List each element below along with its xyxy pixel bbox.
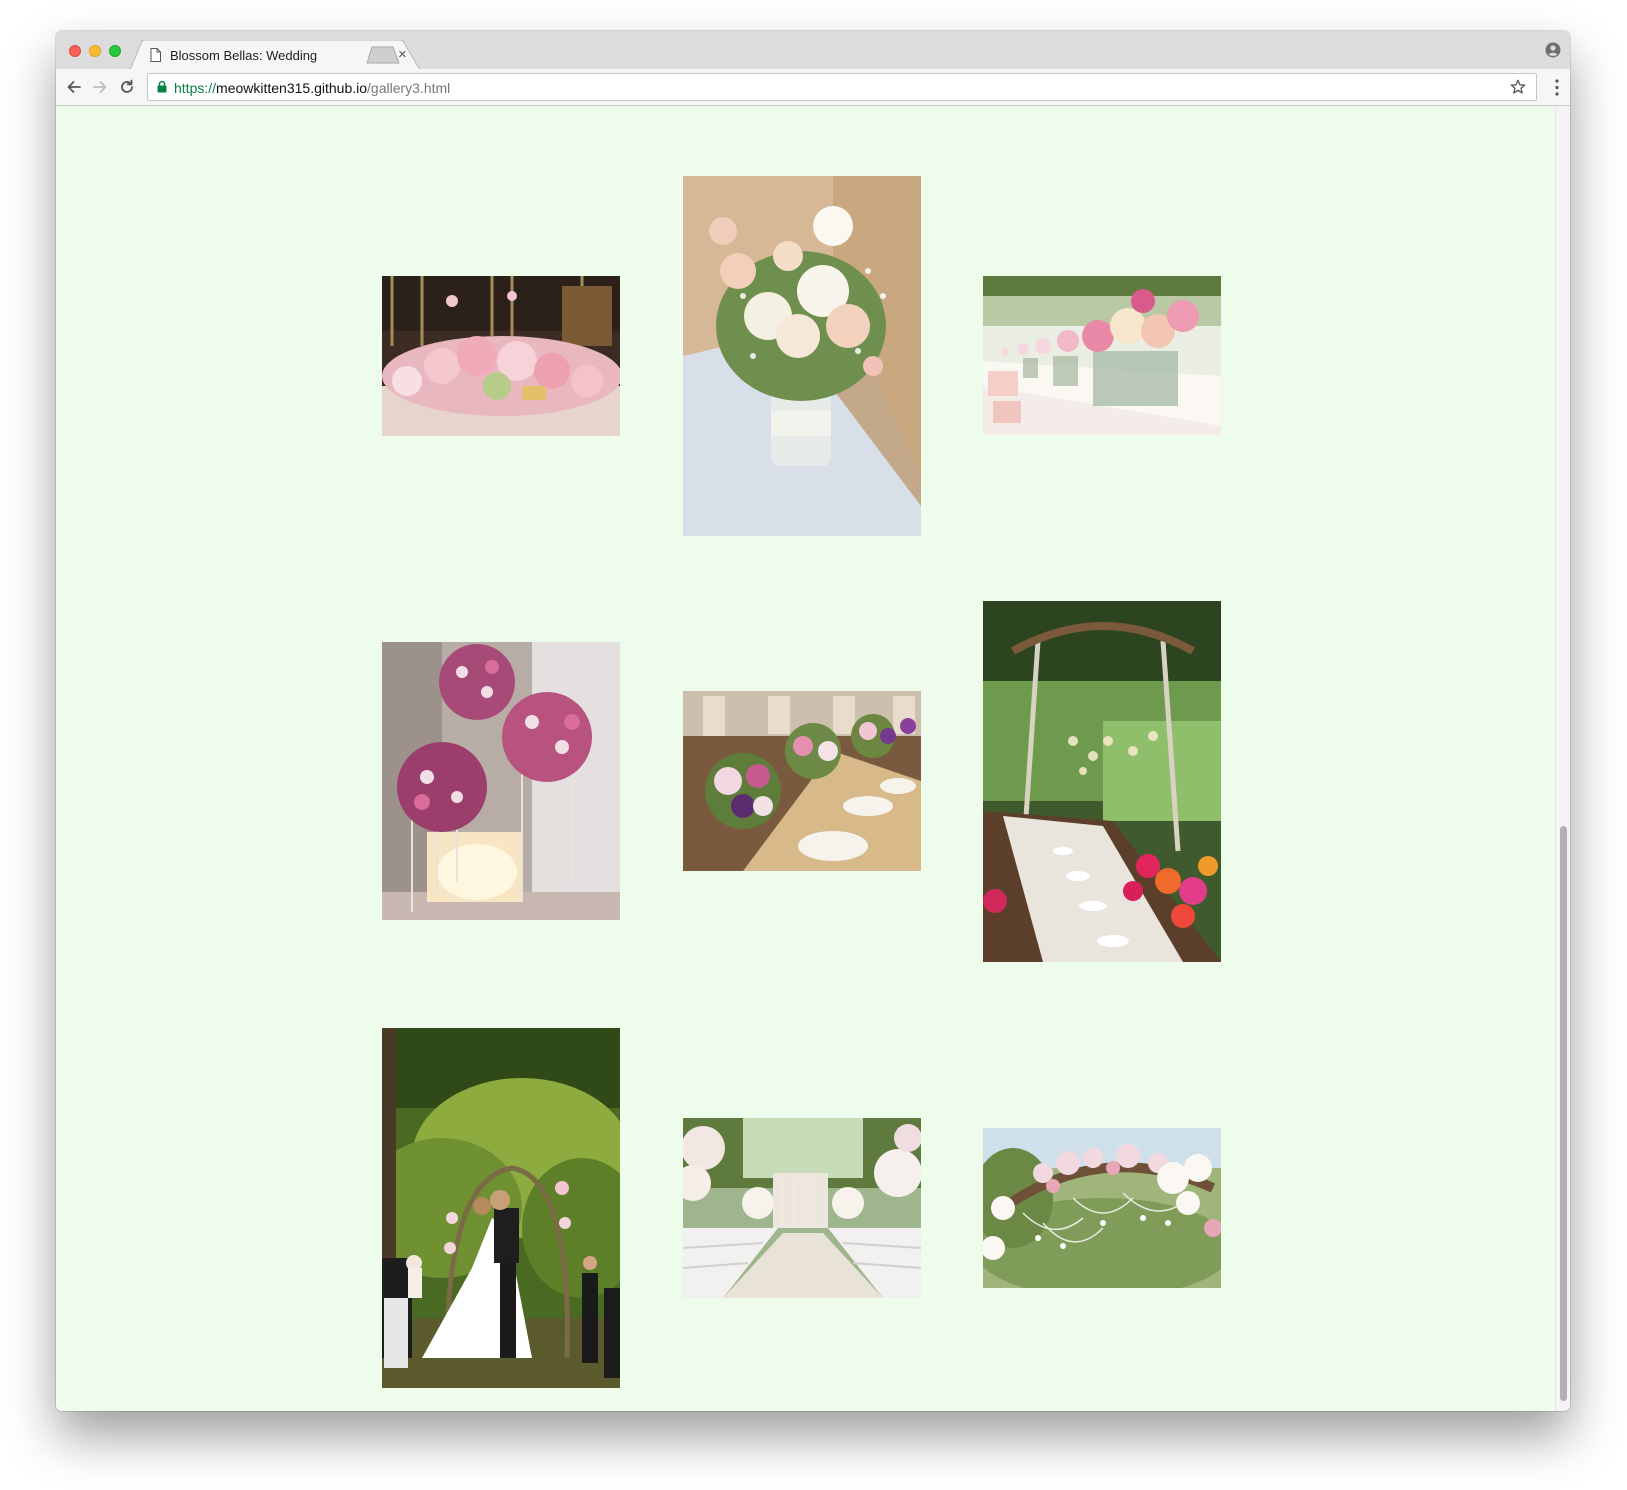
gallery-photo-centerpiece[interactable] [382, 276, 620, 436]
reload-icon[interactable] [118, 78, 136, 96]
new-tab-button[interactable] [366, 46, 400, 64]
gallery-photo-rose-vases[interactable] [983, 276, 1221, 435]
scrollbar-thumb[interactable] [1560, 826, 1567, 1401]
photo-floral-arch-image [983, 1128, 1221, 1288]
tab-strip: Blossom Bellas: Wedding × [56, 31, 1570, 70]
photo-mason-jar-image [683, 176, 921, 536]
profile-icon[interactable] [1545, 42, 1561, 58]
photo-couple-arch-image [382, 1028, 620, 1388]
url-path: /gallery3.html [367, 80, 451, 96]
close-window-button[interactable] [69, 45, 81, 57]
photo-table-setting-image [683, 691, 921, 871]
gallery-photo-ceremony-aisle[interactable] [683, 1118, 921, 1298]
page-viewport [56, 106, 1570, 1411]
gallery-photo-garden-banquet[interactable] [983, 601, 1221, 962]
gallery-photo-floral-arch[interactable] [983, 1128, 1221, 1288]
forward-arrow-icon[interactable] [91, 78, 109, 96]
url-scheme: https:// [174, 80, 217, 96]
photo-ceremony-aisle-image [683, 1118, 921, 1298]
document-icon [150, 48, 161, 62]
maximize-window-button[interactable] [109, 45, 121, 57]
photo-garden-banquet-image [983, 601, 1221, 962]
gallery-photo-couple-arch[interactable] [382, 1028, 620, 1388]
browser-window: Blossom Bellas: Wedding × https://meowki… [56, 31, 1570, 1411]
url-text[interactable]: https://meowkitten315.github.io/gallery3… [174, 80, 450, 96]
address-bar[interactable]: https://meowkitten315.github.io/gallery3… [147, 73, 1537, 101]
browser-toolbar: https://meowkitten315.github.io/gallery3… [56, 69, 1570, 106]
url-host: meowkitten315.github.io [216, 80, 368, 96]
menu-kebab-icon[interactable] [1555, 79, 1559, 96]
tab-active[interactable]: Blossom Bellas: Wedding × [130, 40, 421, 70]
gallery-photo-flower-balls[interactable] [382, 642, 620, 920]
vertical-scrollbar[interactable] [1555, 106, 1570, 1411]
gallery-photo-mason-jar-bouquet[interactable] [683, 176, 921, 536]
minimize-window-button[interactable] [89, 45, 101, 57]
lock-icon [157, 80, 167, 93]
gallery-photo-table-setting[interactable] [683, 691, 921, 871]
photo-flower-balls-image [382, 642, 620, 920]
photo-rose-vases-image [983, 276, 1221, 435]
bookmark-star-icon[interactable] [1510, 79, 1526, 95]
back-arrow-icon[interactable] [65, 78, 83, 96]
tab-title: Blossom Bellas: Wedding [170, 48, 318, 63]
photo-centerpiece-image [382, 276, 620, 436]
